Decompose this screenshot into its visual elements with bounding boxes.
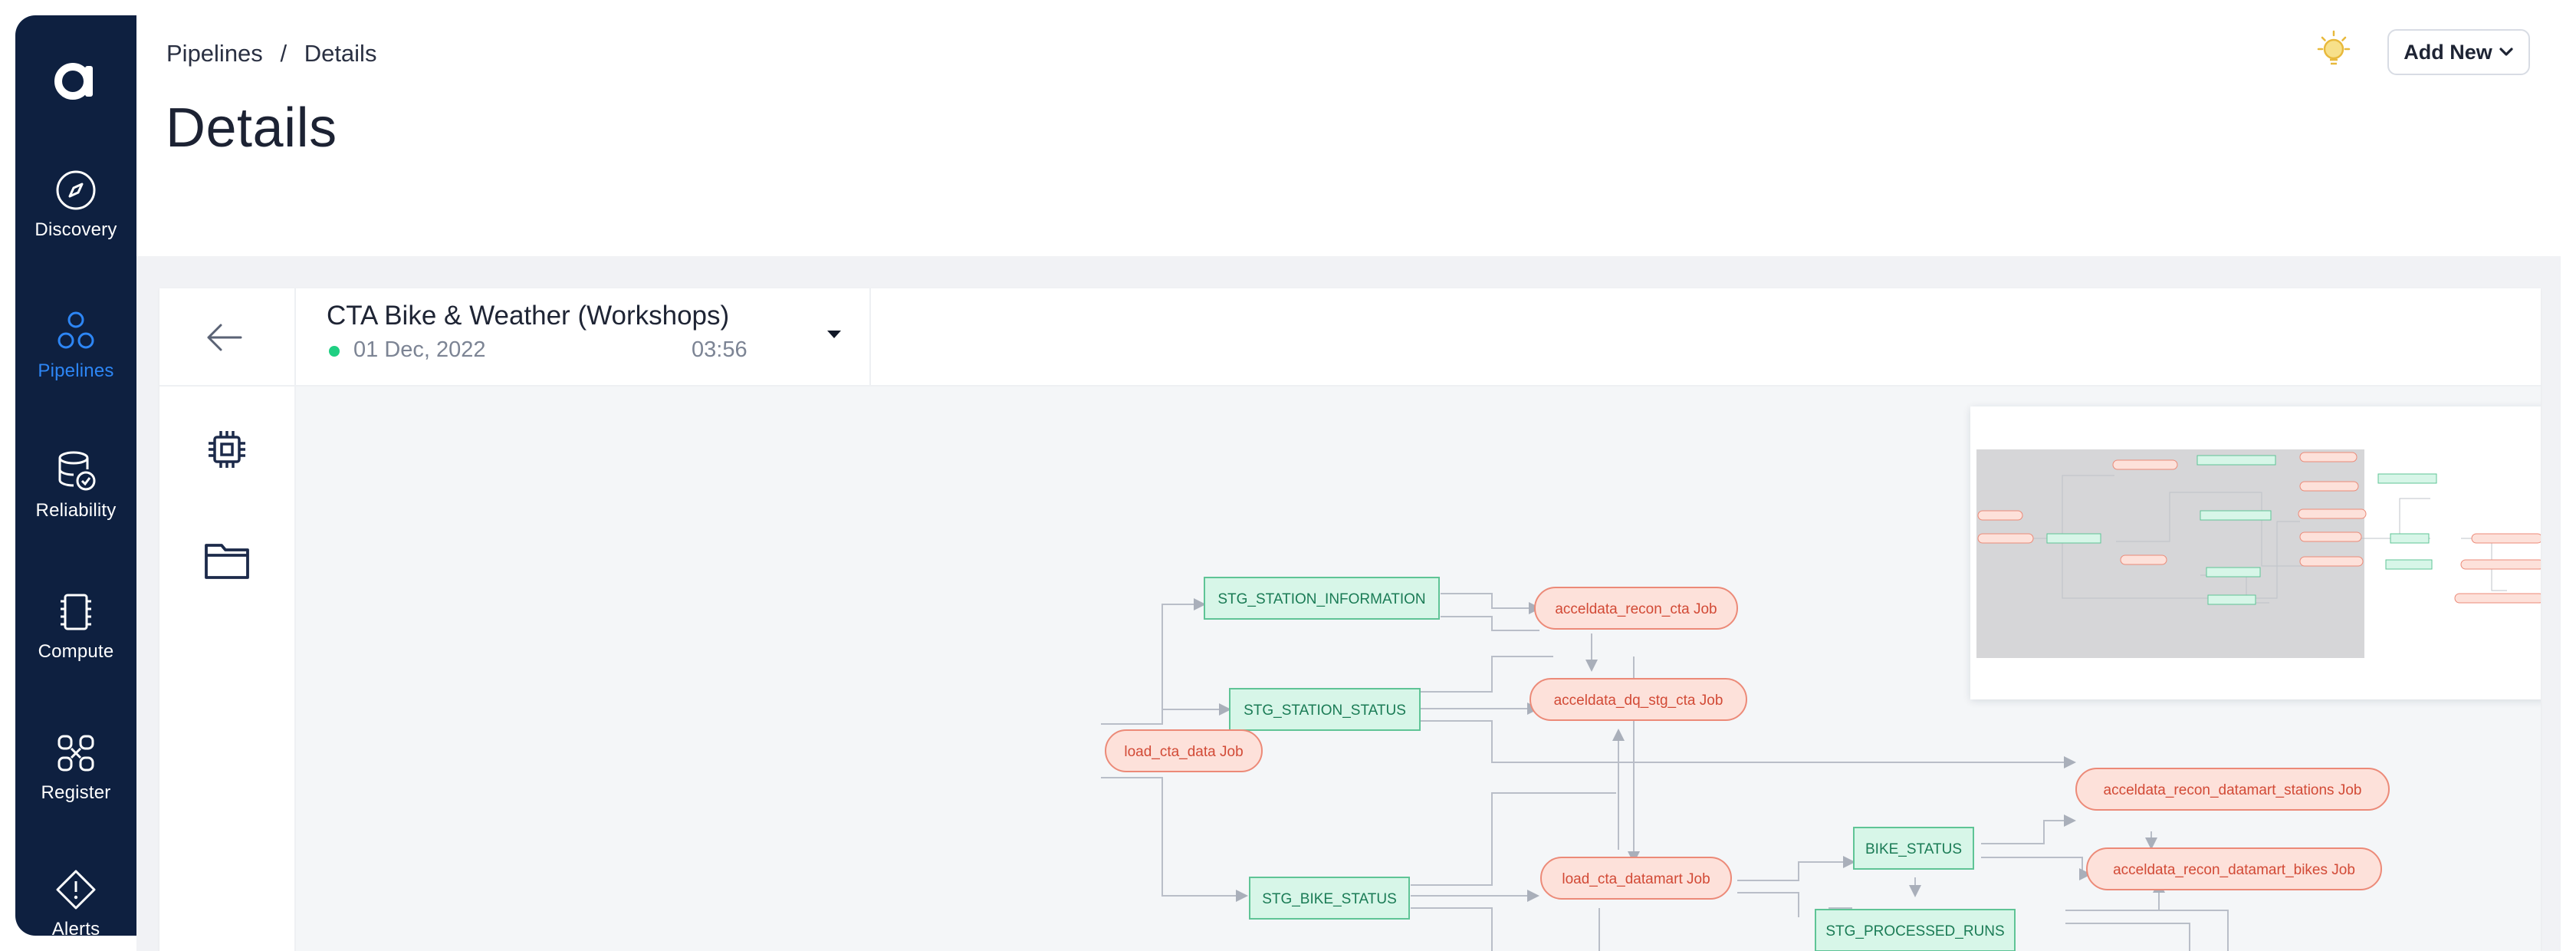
back-cell [159,288,296,387]
svg-text:STG_STATION_STATUS: STG_STATION_STATUS [1244,703,1406,719]
breadcrumb-separator: / [280,40,288,67]
sidebar-item-discovery[interactable]: Discovery [15,169,136,241]
sidebar-item-reliability[interactable]: Reliability [15,449,136,522]
breadcrumb-pipelines-link[interactable]: Pipelines [166,40,263,67]
sidebar: Discovery Pipelines Reliability Compute [15,15,136,936]
sidebar-item-compute[interactable]: Compute [15,591,136,663]
sidebar-item-label: Discovery [34,219,117,240]
svg-text:acceldata_recon_cta Job: acceldata_recon_cta Job [1555,601,1717,617]
sun-bulb-icon [2317,30,2351,65]
compute-tool-button[interactable] [202,425,251,474]
caret-down-icon [827,331,841,338]
database-check-icon [58,451,96,491]
node-stg-station-information[interactable]: STG_STATION_INFORMATION [1204,577,1440,620]
pipelines-icon [58,311,94,349]
folder-tool-button[interactable] [202,535,251,584]
tool-column [159,387,296,951]
minimap-viewport[interactable] [1976,449,2364,658]
svg-text:BIKE_STATUS: BIKE_STATUS [1865,841,1962,857]
node-stg-bike-status[interactable]: STG_BIKE_STATUS [1249,877,1410,920]
page-title: Details [166,97,337,159]
pipeline-run-selector[interactable]: CTA Bike & Weather (Workshops) 01 Dec, 2… [296,288,871,385]
register-icon [58,735,94,772]
compass-icon [56,170,96,210]
node-load-cta-data-job[interactable]: load_cta_data Job [1105,729,1263,772]
run-time: 03:56 [692,337,748,362]
node-stg-processed-runs[interactable]: STG_PROCESSED_RUNS [1815,909,2016,951]
svg-text:acceldata_recon_datamart_stati: acceldata_recon_datamart_stations Job [2104,782,2362,798]
node-load-cta-datamart-job[interactable]: load_cta_datamart Job [1540,857,1732,900]
svg-text:load_cta_data Job: load_cta_data Job [1124,744,1243,760]
lineage-canvas[interactable]: STG_STATION_INFORMATION STG_STATION_STAT… [296,387,2541,951]
chip-icon [209,431,245,468]
node-acceldata-recon-datamart-bikes-job[interactable]: acceldata_recon_datamart_bikes Job [2086,847,2382,890]
breadcrumb: Pipelines / Details [166,40,376,67]
sidebar-item-label: Pipelines [38,360,114,381]
node-stg-station-status[interactable]: STG_STATION_STATUS [1229,688,1421,731]
sidebar-item-label: Register [41,782,111,803]
svg-text:acceldata_dq_stg_cta Job: acceldata_dq_stg_cta Job [1554,693,1723,709]
graph-minimap[interactable] [1970,406,2541,699]
node-acceldata-recon-datamart-stations-job[interactable]: acceldata_recon_datamart_stations Job [2075,768,2390,811]
arrow-left-icon [207,324,242,351]
breadcrumb-current: Details [304,40,377,67]
svg-text:STG_STATION_INFORMATION: STG_STATION_INFORMATION [1217,591,1425,607]
theme-toggle[interactable] [2311,28,2357,74]
add-new-button[interactable]: Add New [2387,29,2530,75]
back-button[interactable] [201,318,247,357]
pipeline-header: CTA Bike & Weather (Workshops) 01 Dec, 2… [296,288,2541,387]
node-acceldata-dq-stg-cta-job[interactable]: acceldata_dq_stg_cta Job [1530,678,1747,721]
sidebar-item-alerts[interactable]: Alerts [15,868,136,936]
svg-text:load_cta_datamart Job: load_cta_datamart Job [1562,871,1710,887]
minimap-graph [1976,449,2541,658]
brand-logo[interactable] [15,55,136,107]
pipeline-name: CTA Bike & Weather (Workshops) [327,301,730,331]
sidebar-item-label: Reliability [35,500,117,521]
folder-icon [205,544,249,579]
run-date: 01 Dec, 2022 [353,337,486,362]
sidebar-item-register[interactable]: Register [15,732,136,804]
sidebar-item-pipelines[interactable]: Pipelines [15,310,136,382]
node-bike-status[interactable]: BIKE_STATUS [1853,827,1974,870]
sidebar-item-label: Alerts [51,919,100,936]
chevron-down-icon [2499,48,2513,56]
chip-icon [61,594,91,630]
logo-icon [54,63,93,100]
svg-text:STG_PROCESSED_RUNS: STG_PROCESSED_RUNS [1825,923,2004,939]
run-status-dot [329,346,340,357]
sidebar-item-label: Compute [38,641,114,662]
alert-diamond-icon [56,870,96,910]
node-acceldata-recon-cta-job[interactable]: acceldata_recon_cta Job [1534,587,1738,630]
svg-text:acceldata_recon_datamart_bikes: acceldata_recon_datamart_bikes Job [2113,862,2355,878]
add-new-label: Add New [2404,40,2492,64]
pipeline-details-panel: CTA Bike & Weather (Workshops) 01 Dec, 2… [159,288,2541,951]
svg-text:STG_BIKE_STATUS: STG_BIKE_STATUS [1262,891,1397,907]
